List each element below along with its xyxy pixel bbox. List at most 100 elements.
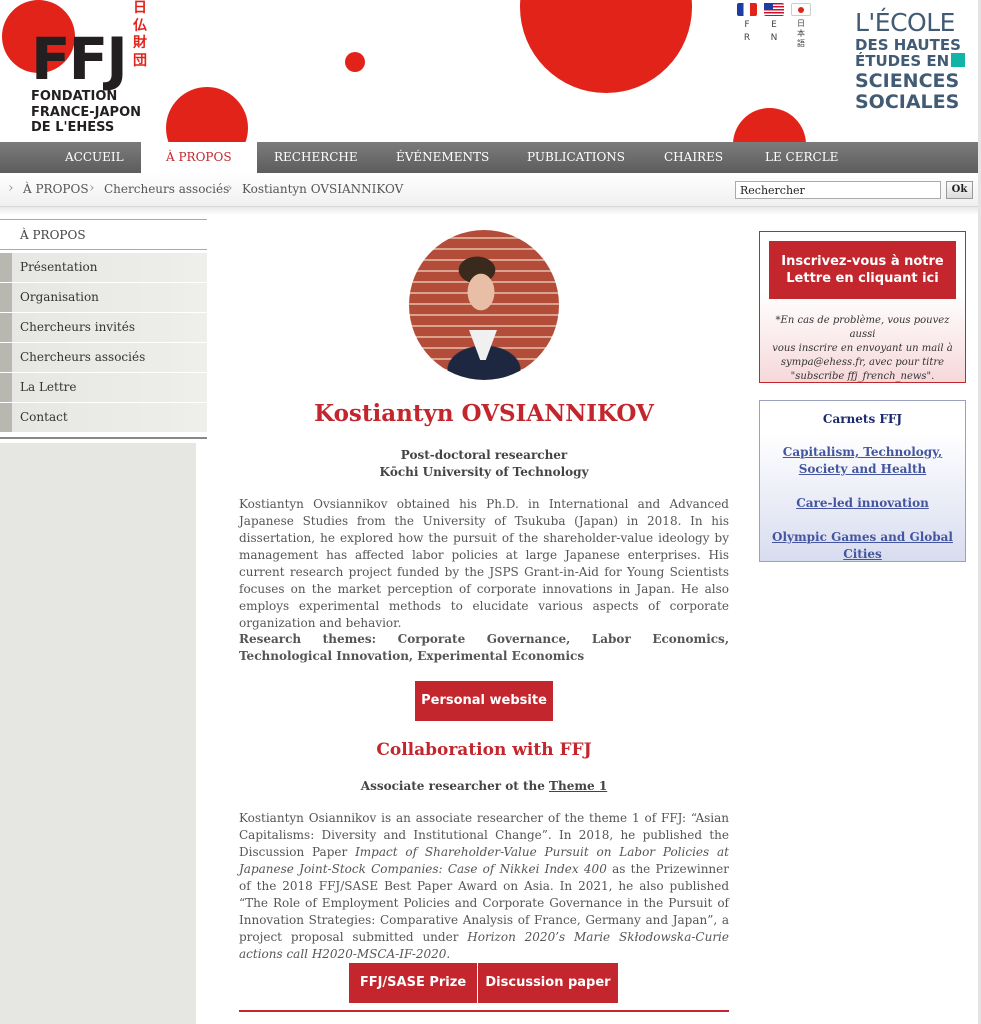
language-en[interactable]: E N [764, 3, 784, 53]
sidebar-item-organisation[interactable]: Organisation [0, 283, 207, 313]
nav-publications[interactable]: PUBLICATIONS [502, 142, 650, 173]
search-input[interactable] [735, 181, 941, 199]
decor-circle [166, 87, 248, 142]
nav-le-cercle[interactable]: LE CERCLE [740, 142, 863, 173]
usa-flag-icon [764, 3, 784, 16]
divider [0, 437, 207, 439]
nav-evenements[interactable]: ÉVÉNEMENTS [371, 142, 514, 173]
profile-bio: Kostiantyn Ovsiannikov obtained his Ph.D… [239, 497, 729, 630]
logo-subtitle-line: DE L'EHESS [31, 120, 115, 135]
logo-kanji-char: 財 [133, 35, 147, 51]
ehess-logo-line: SCIENCES [855, 70, 960, 92]
carnets-box: Carnets FFJ Capitalism, Technology, Soci… [759, 400, 966, 562]
collaboration-text: Kostiantyn Osiannikov is an associate re… [239, 810, 729, 963]
breadcrumb-item[interactable]: À PROPOS [23, 182, 89, 196]
ehess-logo-text: ÉTUDES EN [855, 52, 950, 70]
sidebar-item-label: La Lettre [20, 380, 77, 394]
ehess-square-icon [951, 53, 966, 67]
nav-chaires[interactable]: CHAIRES [639, 142, 748, 173]
breadcrumb: › À PROPOS › Chercheurs associés › Kosti… [0, 173, 978, 207]
nav-a-propos[interactable]: À PROPOS [141, 142, 257, 173]
logo-subtitle-line: FONDATION [31, 89, 118, 104]
newsletter-note-line: "subscribe ffj_french_news". [790, 371, 935, 382]
carnets-title: Carnets FFJ [822, 412, 903, 426]
profile-institution: Kōchi University of Technology [379, 465, 589, 479]
language-code-char: R [743, 33, 751, 43]
newsletter-note-line: sympa@ehess.fr, avec pour titre [780, 357, 945, 368]
carnets-link-capitalism[interactable]: Capitalism, Technology, Society and Heal… [760, 444, 965, 478]
newsletter-note-line: *En cas de problème, vous pouvez aussi [775, 315, 950, 340]
associate-line: Associate researcher ot the Theme 1 [239, 779, 729, 793]
divider [239, 1010, 729, 1012]
site-header: FFJ 日 仏 財 団 FONDATION FRANCE-JAPON DE L'… [0, 0, 981, 142]
decor-circle [520, 0, 692, 93]
japan-flag-icon [791, 3, 811, 16]
theme-1-link[interactable]: Theme 1 [549, 779, 607, 793]
carnets-link-olympic[interactable]: Olympic Games and Global Cities [760, 529, 965, 563]
associate-prefix: Associate researcher ot the [360, 779, 550, 793]
sidebar-item-chercheurs-invites[interactable]: Chercheurs invités [0, 313, 207, 343]
breadcrumb-separator-icon: › [227, 180, 233, 196]
language-code-char: 日 [797, 19, 805, 28]
language-code-char: N [770, 33, 778, 43]
research-themes: Research themes: Corporate Governance, L… [239, 632, 729, 663]
language-code-char: F [744, 20, 750, 30]
language-ja[interactable]: 日 本 語 [791, 3, 811, 53]
sidebar-item-label: Chercheurs associés [20, 350, 146, 364]
logo-kanji-char: 仏 [133, 17, 147, 34]
ehess-logo-line: ÉTUDES EN [855, 52, 966, 70]
page-title: Kostiantyn OVSIANNIKOV [314, 400, 654, 427]
logo-ffj-text: FFJ [31, 25, 128, 93]
carnets-link-line: Society and Health [798, 462, 927, 476]
nav-recherche[interactable]: RECHERCHE [249, 142, 383, 173]
newsletter-note-line: vous inscrire en envoyant un mail à [772, 343, 953, 354]
sidebar-item-contact[interactable]: Contact [0, 403, 207, 433]
language-switcher: F R E N 日 本 語 [737, 3, 817, 53]
main-nav: ACCUEIL À PROPOS RECHERCHE ÉVÉNEMENTS PU… [0, 142, 978, 173]
carnets-link-line: Care-led innovation [796, 496, 929, 510]
discussion-paper-button[interactable]: Discussion paper [478, 963, 618, 1003]
sidebar-item-label: Contact [20, 410, 68, 424]
language-fr[interactable]: F R [737, 3, 757, 53]
language-code-char: 本 [797, 29, 805, 38]
decor-circle [345, 52, 365, 72]
search-button[interactable]: Ok [946, 181, 973, 199]
ffj-sase-prize-button[interactable]: FFJ/SASE Prize [349, 963, 477, 1003]
sidebar-item-chercheurs-associes[interactable]: Chercheurs associés [0, 343, 207, 373]
sidebar-item-presentation[interactable]: Présentation [0, 253, 207, 283]
sidebar-filler [0, 443, 196, 1024]
logo-kanji-char: 団 [133, 52, 147, 69]
sidebar-item-label: Chercheurs invités [20, 320, 136, 334]
newsletter-button-line: Lettre en cliquant ici [786, 271, 939, 286]
ehess-logo-line: L'ÉCOLE [855, 8, 955, 37]
logo-kanji: 日 仏 財 団 [132, 0, 148, 70]
newsletter-box: Inscrivez-vous à notre Lettre en cliquan… [759, 231, 966, 383]
sidebar-menu: Présentation Organisation Chercheurs inv… [0, 253, 207, 433]
personal-website-button[interactable]: Personal website [415, 681, 553, 721]
profile-role: Post-doctoral researcher Kōchi Universit… [239, 447, 729, 481]
france-flag-icon [737, 3, 757, 16]
breadcrumb-item[interactable]: Chercheurs associés [104, 182, 229, 196]
profile-position: Post-doctoral researcher [400, 448, 568, 462]
ehess-logo[interactable]: L'ÉCOLE DES HAUTES ÉTUDES EN SCIENCES SO… [855, 8, 966, 113]
logo-subtitle: FONDATION FRANCE-JAPON DE L'EHESS [31, 89, 141, 136]
carnets-link-care[interactable]: Care-led innovation [760, 495, 965, 512]
language-code: E N [764, 19, 784, 45]
language-code: F R [737, 19, 757, 45]
decor-circle [733, 108, 806, 142]
carnets-link-line: Cities [843, 547, 882, 561]
sidebar-title: À PROPOS [0, 219, 207, 250]
breadcrumb-separator-icon: › [8, 180, 14, 196]
sidebar-item-label: Organisation [20, 290, 99, 304]
logo-kanji-char: 日 [133, 0, 147, 16]
sidebar-item-la-lettre[interactable]: La Lettre [0, 373, 207, 403]
newsletter-note: *En cas de problème, vous pouvez aussi v… [769, 314, 956, 384]
logo-subtitle-line: FRANCE-JAPON [31, 104, 142, 120]
section-title: Collaboration with FFJ [376, 740, 592, 760]
sidebar-item-label: Présentation [20, 260, 98, 274]
language-code-char: E [771, 20, 777, 30]
newsletter-signup-button[interactable]: Inscrivez-vous à notre Lettre en cliquan… [769, 241, 956, 299]
language-code-char: 語 [797, 39, 805, 48]
divider [0, 207, 978, 215]
nav-accueil[interactable]: ACCUEIL [40, 142, 149, 173]
